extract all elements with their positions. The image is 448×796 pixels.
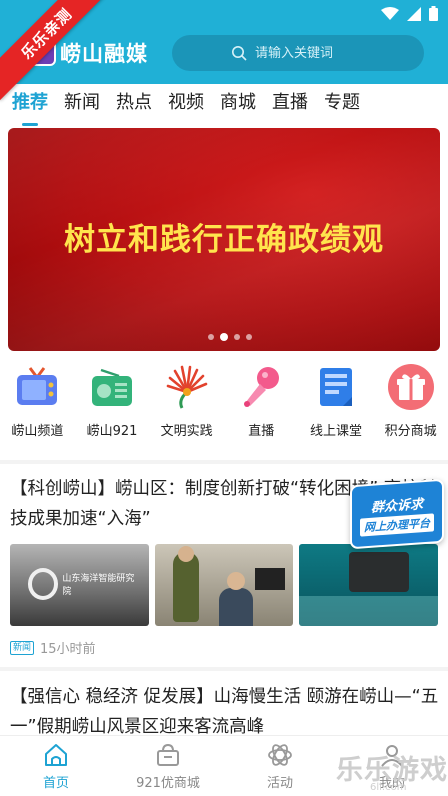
- news-thumbnails[interactable]: 山东海洋智能研究院: [10, 544, 439, 626]
- news-meta: 新闻 15小时前: [10, 638, 96, 657]
- tab-mall[interactable]: 商城: [220, 86, 256, 120]
- news-thumbnail[interactable]: [154, 544, 294, 626]
- carousel-dot-active[interactable]: [220, 333, 228, 341]
- tab-recommend[interactable]: 推荐: [12, 86, 48, 126]
- news-item[interactable]: 【强信心 稳经济 促发展】山海慢生活 颐游在崂山—“五一”假期崂山风景区迎来客流…: [10, 682, 440, 742]
- badge-line2: 网上办理平台: [360, 512, 434, 537]
- photo-monitor: [254, 568, 285, 590]
- carousel-dot[interactable]: [208, 334, 214, 340]
- appeal-platform-badge[interactable]: 群众诉求 网上办理平台: [350, 478, 444, 550]
- banner-carousel[interactable]: 树立和践行正确政绩观: [8, 128, 440, 351]
- section-divider: [0, 667, 448, 671]
- nav-home[interactable]: 首页: [0, 736, 112, 796]
- shortcut-points-mall[interactable]: 积分商城: [375, 364, 447, 448]
- search-icon: [232, 46, 247, 61]
- photo-person: [172, 552, 199, 622]
- photo-water: [299, 596, 439, 626]
- watermark-url: 6ll.com: [370, 782, 407, 793]
- nav-shop[interactable]: 921优商城: [112, 736, 224, 796]
- battery-icon: [429, 6, 438, 21]
- shop-icon: [157, 743, 179, 766]
- microphone-icon: [238, 364, 284, 410]
- news-tag: 新闻: [10, 640, 35, 655]
- badge-line1: 群众诉求: [370, 496, 423, 516]
- tab-topic[interactable]: 专题: [324, 86, 360, 120]
- photo-person: [218, 588, 253, 626]
- photo-person-head: [177, 546, 194, 562]
- carousel-dot[interactable]: [234, 334, 240, 340]
- shortcut-label: 积分商城: [384, 424, 437, 439]
- shortcut-grid: 崂山频道 崂山921 文明实践 直播 线上课堂 积分商城: [0, 364, 448, 448]
- tv-icon: [14, 364, 60, 410]
- shortcut-live[interactable]: 直播: [225, 364, 297, 448]
- news-thumbnail[interactable]: 山东海洋智能研究院: [10, 544, 149, 626]
- nav-activity[interactable]: 活动: [224, 736, 336, 796]
- wifi-icon: [381, 6, 399, 20]
- channel-tabs: 推荐 新闻 热点 视频 商城 直播 专题: [0, 86, 448, 126]
- nav-label: 921优商城: [136, 776, 200, 791]
- watermark: 乐乐游戏 6ll.com: [330, 740, 448, 796]
- section-divider: [0, 460, 448, 464]
- institute-logo-icon: [28, 568, 59, 600]
- home-icon: [45, 744, 67, 766]
- carousel-dot[interactable]: [246, 334, 252, 340]
- app-screen: 崂山融媒 乐乐亲测 推荐 新闻 热点 视频 商城 直播 专题 树立和践行正确政绩…: [0, 0, 448, 796]
- signal-icon: [407, 6, 421, 21]
- shortcut-laoshan-921[interactable]: 崂山921: [76, 364, 148, 448]
- carousel-indicator: [208, 333, 252, 341]
- photo-person-head: [226, 572, 245, 590]
- news-thumbnail[interactable]: [299, 544, 439, 626]
- news-title[interactable]: 【强信心 稳经济 促发展】山海慢生活 颐游在崂山—“五一”假期崂山风景区迎来客流…: [10, 682, 440, 742]
- nav-label: 首页: [42, 776, 69, 791]
- activity-icon: [268, 744, 292, 766]
- shortcut-online-classroom[interactable]: 线上课堂: [300, 364, 372, 448]
- search-input[interactable]: [255, 45, 365, 61]
- tab-video[interactable]: 视频: [168, 86, 204, 120]
- photo-underwater-device: [349, 552, 410, 592]
- shortcut-label: 崂山频道: [11, 424, 64, 439]
- shortcut-label: 线上课堂: [309, 424, 362, 439]
- shortcut-label: 直播: [248, 424, 275, 439]
- shortcut-laoshan-channel[interactable]: 崂山频道: [1, 364, 73, 448]
- app-title: 崂山融媒: [60, 42, 148, 66]
- news-time: 15小时前: [40, 642, 96, 657]
- gift-icon: [387, 364, 434, 410]
- civilization-emblem-icon: [164, 364, 210, 410]
- institute-sign-text: 山东海洋智能研究院: [62, 574, 135, 597]
- search-box[interactable]: [172, 35, 424, 71]
- status-bar: [381, 6, 438, 21]
- institute-sign: 山东海洋智能研究院: [28, 564, 138, 604]
- document-icon: [313, 364, 359, 410]
- tab-news[interactable]: 新闻: [64, 86, 100, 120]
- shortcut-civilization-practice[interactable]: 文明实践: [151, 364, 223, 448]
- tab-hot[interactable]: 热点: [116, 86, 152, 120]
- banner-headline: 树立和践行正确政绩观: [64, 222, 384, 258]
- nav-label: 活动: [266, 776, 293, 791]
- radio-icon: [89, 364, 135, 410]
- shortcut-label: 崂山921: [86, 424, 138, 439]
- tab-live[interactable]: 直播: [272, 86, 308, 120]
- shortcut-label: 文明实践: [160, 424, 213, 439]
